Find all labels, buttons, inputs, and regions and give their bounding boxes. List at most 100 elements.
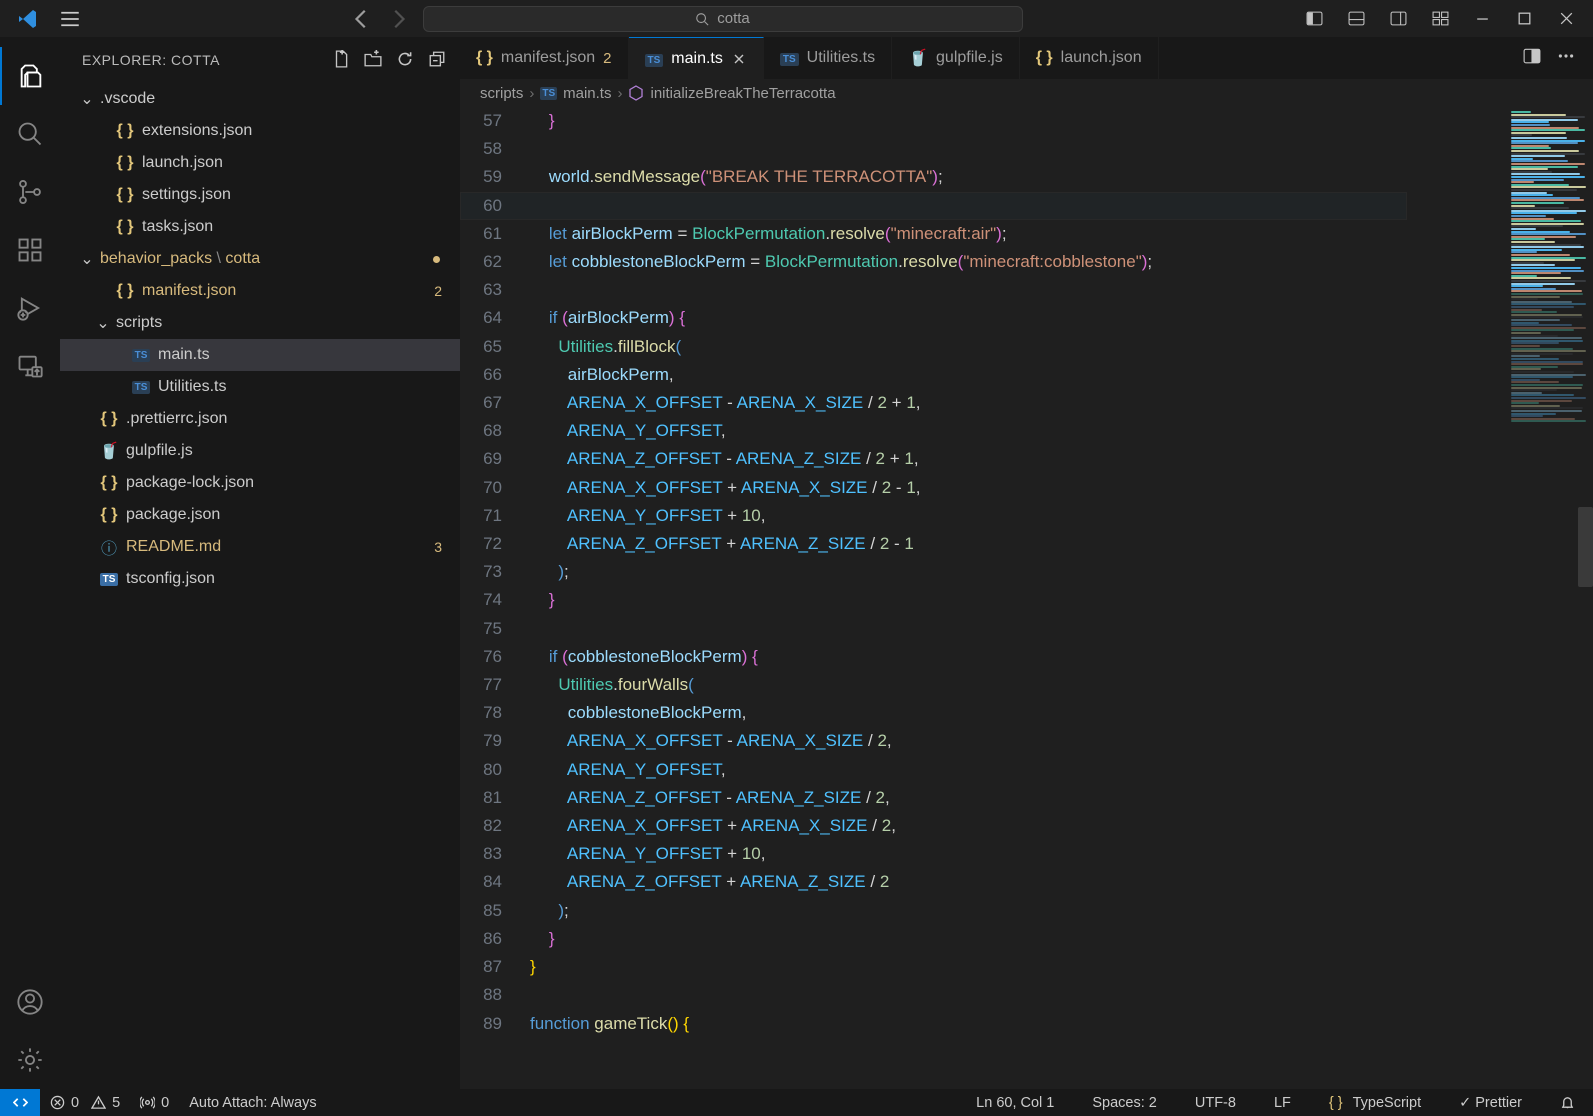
code-line[interactable]: 86 }	[460, 925, 1407, 953]
layout-secondary-sidebar-icon[interactable]	[1377, 0, 1419, 37]
breadcrumb-symbol[interactable]: initializeBreakTheTerracotta	[650, 85, 835, 102]
modified-dot-icon	[433, 256, 440, 263]
code-line[interactable]: 63	[460, 276, 1407, 304]
code-line[interactable]: 60	[460, 192, 1407, 220]
close-tab-icon[interactable]	[731, 51, 747, 67]
scrollbar-thumb[interactable]	[1578, 507, 1593, 587]
cursor-position-status[interactable]: Ln 60, Col 1	[966, 1089, 1064, 1116]
activity-settings-gear-icon[interactable]	[0, 1031, 60, 1089]
code-line[interactable]: 78 cobblestoneBlockPerm,	[460, 699, 1407, 727]
file-row[interactable]: { }.prettierrc.json	[60, 403, 460, 435]
editor-tab[interactable]: { }manifest.json2	[460, 37, 629, 79]
customize-layout-icon[interactable]	[1419, 0, 1461, 37]
code-line[interactable]: 76 if (cobblestoneBlockPerm) {	[460, 643, 1407, 671]
code-line[interactable]: 88	[460, 981, 1407, 1009]
code-line[interactable]: 67 ARENA_X_OFFSET - ARENA_X_SIZE / 2 + 1…	[460, 389, 1407, 417]
breadcrumb-file[interactable]: main.ts	[563, 85, 611, 102]
code-line[interactable]: 68 ARENA_Y_OFFSET,	[460, 417, 1407, 445]
nav-forward-icon[interactable]	[387, 8, 409, 30]
window-close-icon[interactable]	[1545, 0, 1587, 37]
activity-extensions-icon[interactable]	[0, 221, 60, 279]
code-line[interactable]: 70 ARENA_X_OFFSET + ARENA_X_SIZE / 2 - 1…	[460, 474, 1407, 502]
hamburger-menu-icon[interactable]	[60, 9, 80, 29]
command-center-search[interactable]: cotta	[423, 6, 1023, 32]
auto-attach-status[interactable]: Auto Attach: Always	[179, 1089, 326, 1116]
code-line[interactable]: 84 ARENA_Z_OFFSET + ARENA_Z_SIZE / 2	[460, 868, 1407, 896]
code-line[interactable]: 58	[460, 135, 1407, 163]
editor-tab[interactable]: TSUtilities.ts	[764, 37, 892, 79]
activity-run-debug-icon[interactable]	[0, 279, 60, 337]
code-line[interactable]: 59 world.sendMessage("BREAK THE TERRACOT…	[460, 163, 1407, 191]
code-line[interactable]: 71 ARENA_Y_OFFSET + 10,	[460, 502, 1407, 530]
minimap[interactable]	[1505, 107, 1593, 1089]
layout-panel-icon[interactable]	[1335, 0, 1377, 37]
file-row[interactable]: { }launch.json	[60, 147, 460, 179]
window-maximize-icon[interactable]	[1503, 0, 1545, 37]
file-row[interactable]: { }extensions.json	[60, 115, 460, 147]
indentation-status[interactable]: Spaces: 2	[1082, 1089, 1167, 1116]
layout-primary-sidebar-icon[interactable]	[1293, 0, 1335, 37]
code-line[interactable]: 89function gameTick() {	[460, 1010, 1407, 1038]
activity-source-control-icon[interactable]	[0, 163, 60, 221]
code-line[interactable]: 66 airBlockPerm,	[460, 361, 1407, 389]
code-editor[interactable]: 57 }58 59 world.sendMessage("BREAK THE T…	[460, 107, 1505, 1089]
editor-tab[interactable]: { }launch.json	[1020, 37, 1159, 79]
activity-remote-explorer-icon[interactable]	[0, 337, 60, 395]
remote-indicator[interactable]	[0, 1089, 40, 1116]
code-line[interactable]: 82 ARENA_X_OFFSET + ARENA_X_SIZE / 2,	[460, 812, 1407, 840]
code-line[interactable]: 61 let airBlockPerm = BlockPermutation.r…	[460, 220, 1407, 248]
split-editor-icon[interactable]	[1523, 47, 1541, 70]
new-file-icon[interactable]	[332, 50, 350, 71]
nav-back-icon[interactable]	[351, 8, 373, 30]
formatter-status[interactable]: Prettier	[1449, 1089, 1532, 1116]
file-row[interactable]: { }manifest.json2	[60, 275, 460, 307]
notifications-bell-icon[interactable]	[1550, 1089, 1585, 1116]
code-line[interactable]: 65 Utilities.fillBlock(	[460, 333, 1407, 361]
code-line[interactable]: 74 }	[460, 586, 1407, 614]
window-minimize-icon[interactable]	[1461, 0, 1503, 37]
file-row[interactable]: 🥤gulpfile.js	[60, 435, 460, 467]
code-line[interactable]: 73 );	[460, 558, 1407, 586]
code-line[interactable]: 81 ARENA_Z_OFFSET - ARENA_Z_SIZE / 2,	[460, 784, 1407, 812]
new-folder-icon[interactable]	[364, 50, 382, 71]
code-line[interactable]: 75	[460, 615, 1407, 643]
code-line[interactable]: 62 let cobblestoneBlockPerm = BlockPermu…	[460, 248, 1407, 276]
file-row[interactable]: TStsconfig.json	[60, 563, 460, 595]
editor-tab[interactable]: TSmain.ts	[629, 37, 764, 79]
language-mode-status[interactable]: { }TypeScript	[1319, 1089, 1431, 1116]
ports-status[interactable]: 0	[130, 1089, 179, 1116]
code-line[interactable]: 85 );	[460, 897, 1407, 925]
code-line[interactable]: 83 ARENA_Y_OFFSET + 10,	[460, 840, 1407, 868]
code-line[interactable]: 72 ARENA_Z_OFFSET + ARENA_Z_SIZE / 2 - 1	[460, 530, 1407, 558]
refresh-icon[interactable]	[396, 50, 414, 71]
folder-row[interactable]: ⌄scripts	[60, 307, 460, 339]
eol-status[interactable]: LF	[1264, 1089, 1301, 1116]
activity-accounts-icon[interactable]	[0, 973, 60, 1031]
activity-explorer-icon[interactable]	[0, 47, 60, 105]
code-line[interactable]: 57 }	[460, 107, 1407, 135]
collapse-all-icon[interactable]	[428, 50, 446, 71]
problems-status[interactable]: 0 5	[40, 1089, 130, 1116]
activity-search-icon[interactable]	[0, 105, 60, 163]
file-row[interactable]: TSUtilities.ts	[60, 371, 460, 403]
file-row[interactable]: { }settings.json	[60, 179, 460, 211]
file-row[interactable]: TSmain.ts	[60, 339, 460, 371]
encoding-status[interactable]: UTF-8	[1185, 1089, 1246, 1116]
breadcrumbs[interactable]: scripts › TS main.ts › initializeBreakTh…	[460, 79, 1593, 107]
more-actions-icon[interactable]	[1557, 47, 1575, 70]
file-row[interactable]: ⓘREADME.md3	[60, 531, 460, 563]
breadcrumb-folder[interactable]: scripts	[480, 85, 523, 102]
folder-row[interactable]: ⌄.vscode	[60, 83, 460, 115]
code-line[interactable]: 77 Utilities.fourWalls(	[460, 671, 1407, 699]
code-line[interactable]: 69 ARENA_Z_OFFSET - ARENA_Z_SIZE / 2 + 1…	[460, 445, 1407, 473]
file-row[interactable]: { }package-lock.json	[60, 467, 460, 499]
file-tree[interactable]: ⌄.vscode{ }extensions.json{ }launch.json…	[60, 83, 460, 595]
editor-tab[interactable]: 🥤gulpfile.js	[892, 37, 1020, 79]
folder-row[interactable]: ⌄behavior_packs \ cotta	[60, 243, 460, 275]
file-row[interactable]: { }tasks.json	[60, 211, 460, 243]
code-line[interactable]: 79 ARENA_X_OFFSET - ARENA_X_SIZE / 2,	[460, 727, 1407, 755]
code-line[interactable]: 80 ARENA_Y_OFFSET,	[460, 756, 1407, 784]
code-line[interactable]: 64 if (airBlockPerm) {	[460, 304, 1407, 332]
file-row[interactable]: { }package.json	[60, 499, 460, 531]
code-line[interactable]: 87}	[460, 953, 1407, 981]
